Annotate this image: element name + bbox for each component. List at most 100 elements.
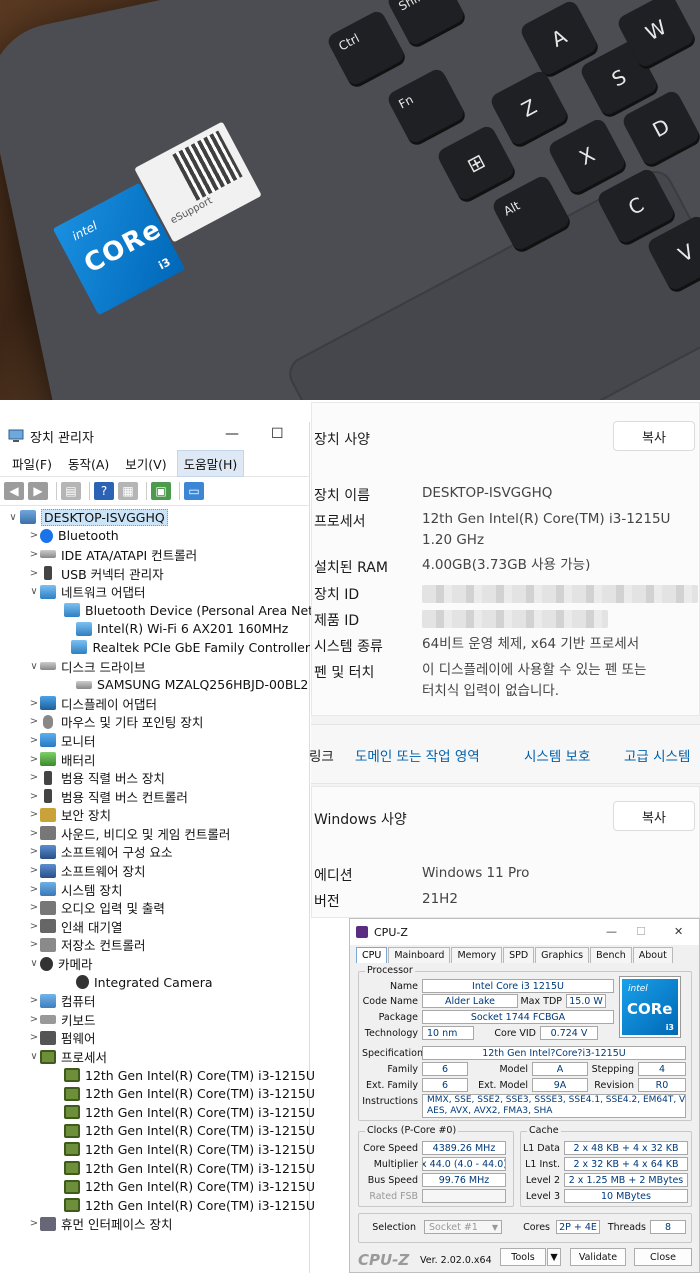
- tree-item[interactable]: > 모니터: [0, 731, 310, 750]
- collapse-chevron-icon[interactable]: >: [28, 716, 40, 727]
- windows-spec-copy-button[interactable]: 복사: [613, 801, 695, 831]
- tree-item[interactable]: ∨ 디스크 드라이브: [0, 657, 310, 676]
- tree-item[interactable]: > 소프트웨어 장치: [0, 861, 310, 880]
- maximize-button[interactable]: ☐: [271, 426, 284, 442]
- cpuz-minimize-button[interactable]: —: [606, 925, 617, 938]
- minimize-button[interactable]: —: [225, 426, 239, 442]
- tab-bench[interactable]: Bench: [590, 947, 632, 963]
- collapse-chevron-icon[interactable]: >: [28, 549, 40, 560]
- menu-help[interactable]: 도움말(H): [176, 449, 245, 477]
- close-button[interactable]: Close: [634, 1248, 692, 1266]
- collapse-chevron-icon[interactable]: >: [28, 754, 40, 765]
- tab-memory[interactable]: Memory: [451, 947, 503, 963]
- tree-item[interactable]: ∨ 카메라: [0, 954, 310, 973]
- back-arrow-icon[interactable]: ◀: [4, 482, 24, 500]
- collapse-chevron-icon[interactable]: >: [28, 698, 40, 709]
- validate-button[interactable]: Validate: [570, 1248, 626, 1266]
- collapse-chevron-icon[interactable]: >: [28, 865, 40, 876]
- l1-data-value: 2 x 48 KB + 4 x 32 KB: [564, 1141, 688, 1155]
- tree-item[interactable]: > Bluetooth: [0, 527, 310, 546]
- tree-item[interactable]: > 시스템 장치: [0, 880, 310, 899]
- properties-icon[interactable]: ▦: [118, 482, 138, 500]
- tools-dropdown-chevron-icon[interactable]: ▼: [547, 1248, 561, 1266]
- cpuz-maximize-button[interactable]: ☐: [636, 925, 646, 938]
- tree-item[interactable]: Integrated Camera: [0, 973, 310, 992]
- show-hide-tree-icon[interactable]: ▤: [61, 482, 81, 500]
- tree-item[interactable]: ∨ 네트워크 어댑터: [0, 582, 310, 601]
- collapse-chevron-icon[interactable]: >: [28, 568, 40, 579]
- tree-item[interactable]: 12th Gen Intel(R) Core(TM) i3-1215U: [0, 1140, 315, 1159]
- monitor-icon[interactable]: ▭: [184, 482, 204, 500]
- tree-item[interactable]: > 휴먼 인터페이스 장치: [0, 1215, 310, 1234]
- collapse-chevron-icon[interactable]: >: [28, 846, 40, 857]
- tree-item[interactable]: > 배터리: [0, 750, 310, 769]
- tree-item[interactable]: 12th Gen Intel(R) Core(TM) i3-1215U: [0, 1196, 315, 1215]
- tree-item[interactable]: > 저장소 컨트롤러: [0, 936, 310, 955]
- tab-mainboard[interactable]: Mainboard: [388, 947, 451, 963]
- collapse-chevron-icon[interactable]: >: [28, 772, 40, 783]
- expand-chevron-icon[interactable]: ∨: [28, 586, 40, 597]
- tab-graphics[interactable]: Graphics: [535, 947, 590, 963]
- menu-file[interactable]: 파일(F): [6, 451, 58, 476]
- collapse-chevron-icon[interactable]: >: [28, 530, 40, 541]
- tree-item[interactable]: SAMSUNG MZALQ256HBJD-00BL2: [0, 675, 310, 694]
- help-icon[interactable]: ?: [94, 482, 114, 500]
- collapse-chevron-icon[interactable]: >: [28, 735, 40, 746]
- forward-arrow-icon[interactable]: ▶: [28, 482, 48, 500]
- tree-item[interactable]: > 인쇄 대기열: [0, 917, 310, 936]
- link-prefix[interactable]: 링크: [309, 745, 334, 765]
- collapse-chevron-icon[interactable]: >: [28, 809, 40, 820]
- selection-dropdown[interactable]: Socket #1 ▼: [424, 1220, 502, 1234]
- collapse-chevron-icon[interactable]: >: [28, 902, 40, 913]
- tree-item[interactable]: > 사운드, 비디오 및 게임 컨트롤러: [0, 824, 310, 843]
- expand-chevron-icon[interactable]: ∨: [6, 512, 20, 523]
- link-system-protection[interactable]: 시스템 보호: [524, 745, 590, 765]
- tree-item[interactable]: 12th Gen Intel(R) Core(TM) i3-1215U: [0, 1103, 315, 1122]
- tree-item[interactable]: > IDE ATA/ATAPI 컨트롤러: [0, 545, 310, 564]
- expand-chevron-icon[interactable]: ∨: [28, 1051, 40, 1062]
- collapse-chevron-icon[interactable]: >: [28, 939, 40, 950]
- tree-item[interactable]: > 디스플레이 어댑터: [0, 694, 310, 713]
- expand-chevron-icon[interactable]: ∨: [28, 958, 40, 969]
- tree-item[interactable]: > 범용 직렬 버스 컨트롤러: [0, 787, 310, 806]
- collapse-chevron-icon[interactable]: >: [28, 995, 40, 1006]
- tree-item[interactable]: 12th Gen Intel(R) Core(TM) i3-1215U: [0, 1122, 315, 1141]
- tree-item[interactable]: > 오디오 입력 및 출력: [0, 898, 310, 917]
- tree-item[interactable]: > USB 커넥터 관리자: [0, 564, 310, 583]
- menu-action[interactable]: 동작(A): [62, 451, 115, 476]
- collapse-chevron-icon[interactable]: >: [28, 1032, 40, 1043]
- device-spec-copy-button[interactable]: 복사: [613, 421, 695, 451]
- collapse-chevron-icon[interactable]: >: [28, 921, 40, 932]
- tree-item[interactable]: > 컴퓨터: [0, 991, 310, 1010]
- tree-item[interactable]: Realtek PCIe GbE Family Controller: [0, 638, 310, 657]
- tree-item[interactable]: > 보안 장치: [0, 806, 310, 825]
- tree-item[interactable]: > 키보드: [0, 1010, 310, 1029]
- link-advanced-system[interactable]: 고급 시스템: [624, 745, 690, 765]
- tools-button[interactable]: Tools: [500, 1248, 546, 1266]
- collapse-chevron-icon[interactable]: >: [28, 791, 40, 802]
- collapse-chevron-icon[interactable]: >: [28, 1218, 40, 1229]
- link-domain-workgroup[interactable]: 도메인 또는 작업 영역: [355, 745, 480, 765]
- tree-item[interactable]: > 마우스 및 기타 포인팅 장치: [0, 713, 310, 732]
- scan-hardware-icon[interactable]: ▣: [151, 482, 171, 500]
- tree-item[interactable]: > 펌웨어: [0, 1029, 310, 1048]
- tree-item[interactable]: 12th Gen Intel(R) Core(TM) i3-1215U: [0, 1159, 315, 1178]
- tab-spd[interactable]: SPD: [503, 947, 535, 963]
- collapse-chevron-icon[interactable]: >: [28, 884, 40, 895]
- cpuz-close-icon[interactable]: ✕: [674, 925, 683, 938]
- tab-cpu[interactable]: CPU: [356, 947, 388, 963]
- tree-item[interactable]: Intel(R) Wi-Fi 6 AX201 160MHz: [0, 620, 310, 639]
- tree-item[interactable]: 12th Gen Intel(R) Core(TM) i3-1215U: [0, 1177, 315, 1196]
- tree-item[interactable]: ∨ 프로세서: [0, 1047, 310, 1066]
- collapse-chevron-icon[interactable]: >: [28, 1014, 40, 1025]
- tab-about[interactable]: About: [632, 947, 673, 963]
- tree-item[interactable]: ∨ DESKTOP-ISVGGHQ: [0, 508, 310, 527]
- tree-item[interactable]: 12th Gen Intel(R) Core(TM) i3-1215U: [0, 1066, 315, 1085]
- tree-item[interactable]: Bluetooth Device (Personal Area Network: [0, 601, 343, 620]
- collapse-chevron-icon[interactable]: >: [28, 828, 40, 839]
- tree-item[interactable]: > 소프트웨어 구성 요소: [0, 843, 310, 862]
- tree-item[interactable]: > 범용 직렬 버스 장치: [0, 768, 310, 787]
- tree-item[interactable]: 12th Gen Intel(R) Core(TM) i3-1215U: [0, 1084, 315, 1103]
- menu-view[interactable]: 보기(V): [119, 451, 172, 476]
- expand-chevron-icon[interactable]: ∨: [28, 661, 40, 672]
